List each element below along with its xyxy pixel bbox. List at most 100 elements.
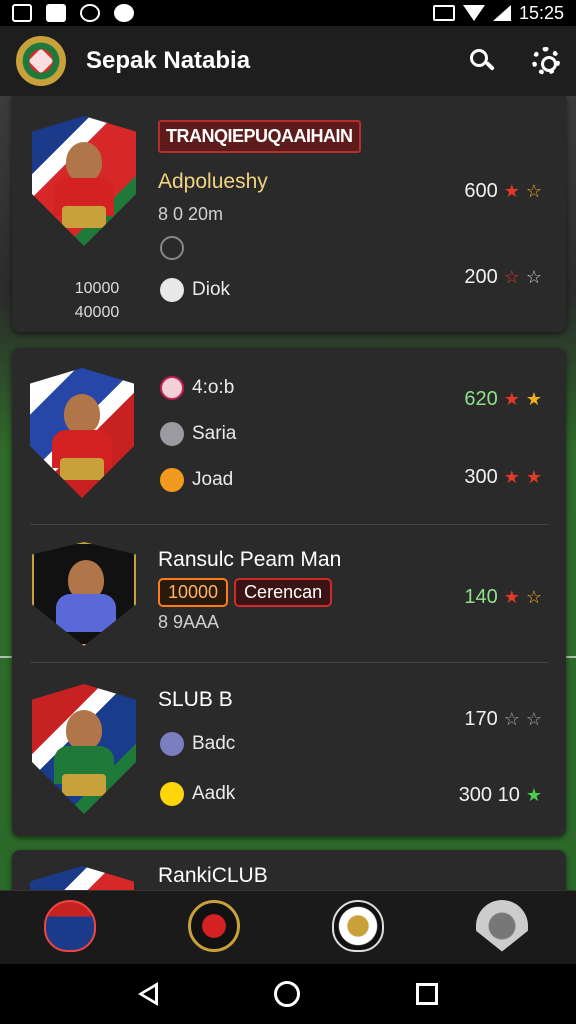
- divider: [30, 524, 548, 525]
- star-icon: ★: [503, 587, 520, 607]
- item-icon: [160, 782, 184, 806]
- app-bar: Sepak Natabia: [0, 26, 576, 96]
- score-value: 620: [464, 388, 498, 410]
- star-icon: ★: [525, 389, 542, 409]
- score-top: 170 ☆ ☆: [464, 708, 542, 731]
- player-sub: 8 9AAA: [158, 612, 220, 632]
- player-meta-1: 10000: [74, 280, 120, 297]
- content[interactable]: 10000 40000 TRANQIEPUQAAIHAIN Adpolueshy…: [0, 96, 576, 890]
- signal-icon: [492, 5, 511, 21]
- tag-position: Cerencan: [234, 578, 333, 607]
- club-crest: [32, 684, 136, 814]
- nav-tab-league[interactable]: [332, 899, 388, 956]
- star-icon: ☆: [525, 587, 542, 607]
- home-icon[interactable]: [274, 981, 300, 1007]
- back-icon[interactable]: [138, 982, 158, 1006]
- app-icon: [114, 4, 134, 22]
- player-face: [66, 142, 102, 182]
- nav-tab-profile[interactable]: [476, 899, 532, 956]
- status-bar: 15:25: [0, 0, 576, 26]
- vibrate-icon: [432, 5, 455, 21]
- notification-icons: [12, 4, 134, 22]
- bottom-nav: [0, 890, 576, 964]
- score-value: 600: [464, 180, 498, 202]
- club-name: RankiCLUB: [158, 864, 268, 887]
- score-bottom: 300 ★ ★: [464, 466, 542, 489]
- club-crest: [30, 368, 134, 498]
- player-badge-icon: [44, 899, 96, 952]
- shield-icon: [476, 899, 528, 952]
- list-item[interactable]: Diok: [160, 278, 230, 302]
- app-title: Sepak Natabia: [86, 47, 251, 74]
- search-icon[interactable]: [468, 47, 496, 75]
- item-label: 4:o:b: [192, 377, 235, 398]
- recents-icon[interactable]: [416, 983, 438, 1005]
- player-shirt: [56, 594, 116, 632]
- gallery-icon: [12, 4, 32, 22]
- youtube-icon: [80, 4, 100, 22]
- star-icon: ★: [525, 785, 542, 805]
- divider: [30, 662, 548, 663]
- score-top: 620 ★ ★: [464, 388, 542, 411]
- club-badge-icon: [188, 899, 240, 952]
- star-icon: ☆: [503, 709, 520, 729]
- item-icon: [160, 278, 184, 302]
- crest-badge: [62, 774, 106, 796]
- star-icon: ☆: [503, 267, 520, 287]
- settings-icon[interactable]: [532, 47, 560, 75]
- star-icon: ☆: [525, 181, 542, 201]
- star-icon: ★: [503, 389, 520, 409]
- info-icon: [160, 236, 184, 260]
- star-icon: ★: [525, 467, 542, 487]
- item-icon: [160, 376, 184, 400]
- score-value: 200: [464, 266, 498, 288]
- player-name: Ransulc Peam Man: [158, 548, 342, 571]
- item-label: Diok: [192, 279, 231, 300]
- score-value: 170: [464, 708, 498, 730]
- score-value: 300 10: [458, 784, 520, 806]
- tag-number: 10000: [158, 578, 229, 607]
- search-handle: [485, 61, 495, 71]
- player-name: Adpolueshy: [158, 170, 268, 193]
- list-item: Badc: [160, 732, 235, 756]
- item-label: Badc: [192, 733, 236, 754]
- list-item: 4:o:b: [160, 376, 234, 400]
- player-name: SLUB B: [158, 688, 233, 711]
- item-label: Saria: [192, 423, 237, 444]
- score: 140 ★ ☆: [464, 586, 542, 609]
- app-logo: [16, 36, 66, 86]
- crest-badge: [60, 458, 104, 480]
- info-row: [160, 236, 184, 260]
- player-card[interactable]: RankiCLUB: [12, 850, 566, 890]
- score-top: 600 ★ ☆: [464, 180, 542, 203]
- club-crest: [32, 542, 136, 646]
- card-banner: TRANQIEPUQAAIHAIN: [158, 120, 361, 153]
- wifi-icon: [462, 5, 485, 21]
- system-nav: [0, 964, 576, 1024]
- star-icon: ☆: [525, 267, 542, 287]
- star-icon: ☆: [525, 709, 542, 729]
- nav-tab-clubs[interactable]: [188, 899, 244, 956]
- item-label: Aadk: [192, 783, 236, 804]
- score-bottom: 200 ☆ ☆: [464, 266, 542, 289]
- list-item: Aadk: [160, 782, 235, 806]
- player-list-card: 4:o:b Saria Joad 620 ★ ★ 300 ★ ★ Ransulc…: [12, 348, 566, 836]
- image-icon: [46, 4, 66, 22]
- player-sub: 8 0 20m: [158, 204, 224, 224]
- club-crest: [32, 116, 136, 246]
- player-face: [64, 394, 100, 434]
- app-actions: [468, 47, 560, 75]
- nav-tab-players[interactable]: [44, 899, 100, 956]
- club-crest: [30, 866, 134, 890]
- score-bottom: 300 10 ★: [459, 784, 542, 807]
- system-indicators: 15:25: [432, 3, 564, 24]
- item-icon: [160, 732, 184, 756]
- player-meta-2: 40000: [74, 304, 120, 321]
- list-item: Saria: [160, 422, 236, 446]
- player-card[interactable]: 10000 40000 TRANQIEPUQAAIHAIN Adpolueshy…: [12, 96, 566, 332]
- item-icon: [160, 422, 184, 446]
- league-badge-icon: [332, 899, 384, 952]
- score-value: 300: [464, 466, 498, 488]
- tag-row: 10000 Cerencan: [158, 578, 333, 607]
- star-icon: ★: [503, 181, 520, 201]
